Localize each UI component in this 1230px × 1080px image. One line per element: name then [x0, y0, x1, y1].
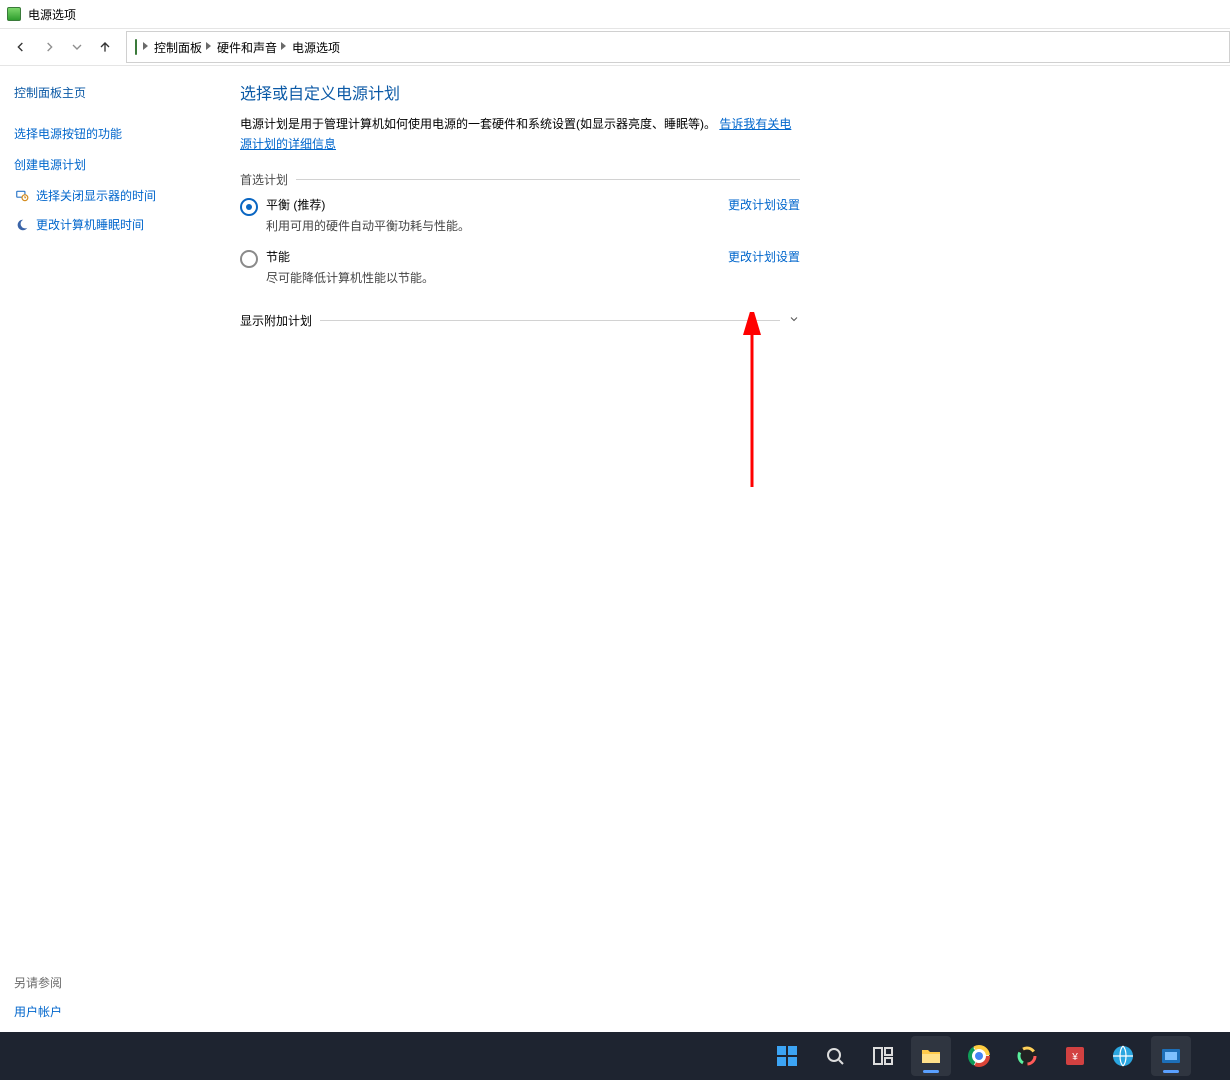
show-additional-plans-expander[interactable]: 显示附加计划: [240, 312, 800, 329]
page-description: 电源计划是用于管理计算机如何使用电源的一套硬件和系统设置(如显示器亮度、睡眠等)…: [240, 114, 800, 155]
chevron-right-icon: [143, 42, 148, 53]
window-title: 电源选项: [28, 6, 76, 23]
moon-icon: [14, 217, 30, 233]
chevron-right-icon: [281, 42, 286, 53]
window-titlebar: 电源选项: [0, 0, 1230, 28]
sidebar-sleep-time[interactable]: 更改计算机睡眠时间: [36, 216, 144, 233]
nav-forward-button[interactable]: [38, 36, 60, 58]
description-text: 电源计划是用于管理计算机如何使用电源的一套硬件和系统设置(如显示器亮度、睡眠等)…: [240, 117, 716, 131]
taskbar: ¥: [0, 1032, 1230, 1080]
see-also-user-accounts[interactable]: 用户帐户: [14, 1003, 210, 1020]
monitor-clock-icon: [14, 188, 30, 204]
see-also-heading: 另请参阅: [14, 974, 210, 991]
divider: [296, 179, 800, 180]
power-plan-saver: 节能 尽可能降低计算机性能以节能。 更改计划设置: [240, 248, 800, 286]
nav-recent-button[interactable]: [66, 36, 88, 58]
nav-up-button[interactable]: [94, 36, 116, 58]
sidebar-choose-button-action[interactable]: 选择电源按钮的功能: [14, 125, 210, 142]
breadcrumb-control-panel[interactable]: 控制面板: [154, 39, 202, 56]
plan-name: 节能: [266, 248, 434, 265]
plan-desc: 尽可能降低计算机性能以节能。: [266, 269, 434, 286]
taskbar-screenshot-app-button[interactable]: [1151, 1036, 1191, 1076]
taskbar-browser2-button[interactable]: [1007, 1036, 1047, 1076]
breadcrumb-hardware-sound[interactable]: 硬件和声音: [217, 39, 277, 56]
taskbar-xls-app-button[interactable]: ¥: [1055, 1036, 1095, 1076]
plan-name: 平衡 (推荐): [266, 196, 470, 213]
sidebar-control-panel-home[interactable]: 控制面板主页: [14, 84, 210, 101]
plan-radio-saver[interactable]: [240, 250, 258, 268]
taskbar-chrome-button[interactable]: [959, 1036, 999, 1076]
plan-radio-balanced[interactable]: [240, 198, 258, 216]
preferred-plans-text: 首选计划: [240, 171, 288, 188]
breadcrumb-power-options[interactable]: 电源选项: [292, 39, 340, 56]
nav-back-button[interactable]: [10, 36, 32, 58]
sidebar-create-plan[interactable]: 创建电源计划: [14, 156, 210, 173]
chevron-down-icon: [788, 313, 800, 328]
taskbar-search-button[interactable]: [815, 1036, 855, 1076]
nav-bar: 控制面板 硬件和声音 电源选项: [0, 28, 1230, 66]
sidebar: 控制面板主页 选择电源按钮的功能 创建电源计划 选择关闭显示器的时间 更改计算机…: [0, 66, 224, 1032]
preferred-plans-label: 首选计划: [240, 171, 800, 188]
additional-plans-label: 显示附加计划: [240, 312, 312, 329]
taskbar-globe-app-button[interactable]: [1103, 1036, 1143, 1076]
svg-text:¥: ¥: [1071, 1052, 1078, 1063]
sidebar-display-off-time[interactable]: 选择关闭显示器的时间: [36, 187, 156, 204]
taskbar-start-button[interactable]: [767, 1036, 807, 1076]
address-bar[interactable]: 控制面板 硬件和声音 电源选项: [126, 31, 1230, 63]
taskbar-task-view-button[interactable]: [863, 1036, 903, 1076]
main-content: 选择或自定义电源计划 电源计划是用于管理计算机如何使用电源的一套硬件和系统设置(…: [224, 66, 816, 1032]
change-plan-settings-link[interactable]: 更改计划设置: [728, 248, 800, 265]
address-icon: [135, 40, 137, 54]
change-plan-settings-link[interactable]: 更改计划设置: [728, 196, 800, 213]
taskbar-explorer-button[interactable]: [911, 1036, 951, 1076]
plan-desc: 利用可用的硬件自动平衡功耗与性能。: [266, 217, 470, 234]
see-also-section: 另请参阅 用户帐户: [14, 974, 210, 1020]
power-plan-balanced: 平衡 (推荐) 利用可用的硬件自动平衡功耗与性能。 更改计划设置: [240, 196, 800, 234]
chevron-right-icon: [206, 42, 211, 53]
power-options-icon: [6, 6, 22, 22]
page-heading: 选择或自定义电源计划: [240, 80, 800, 104]
divider: [320, 320, 780, 321]
